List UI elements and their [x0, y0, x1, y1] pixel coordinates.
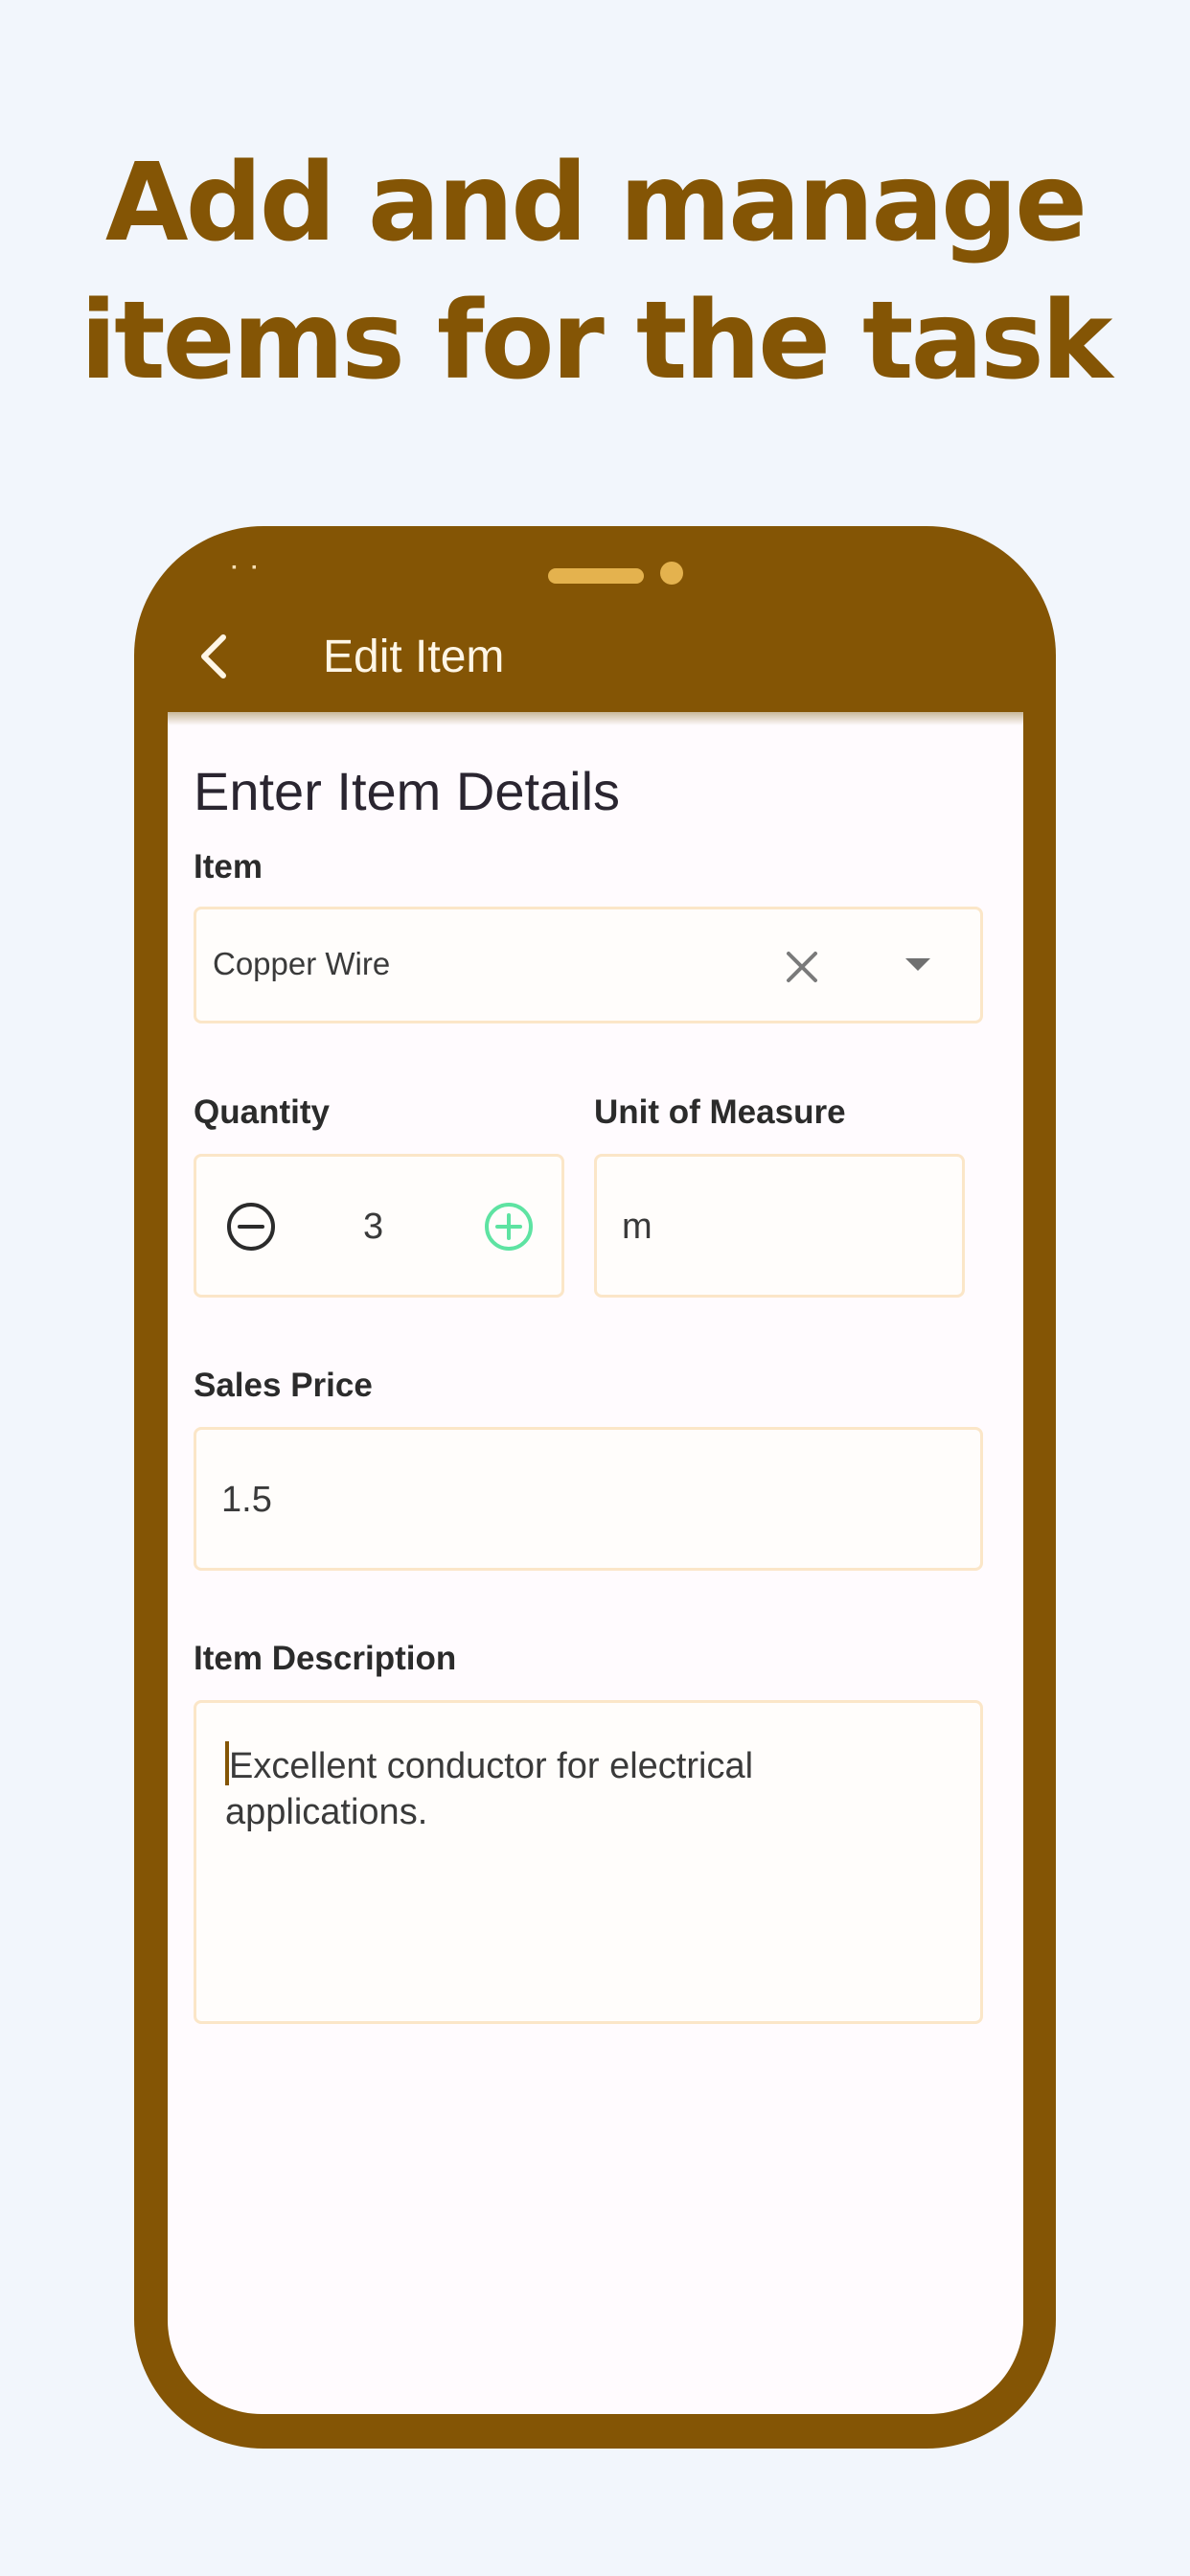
- sales-price-value: 1.5: [221, 1480, 272, 1520]
- item-description-label: Item Description: [194, 1640, 457, 1677]
- app-bar-shadow: [168, 712, 1023, 725]
- headline-line-2: items for the task: [80, 279, 1113, 403]
- caret-down-icon[interactable]: [905, 958, 930, 972]
- status-bar-icons: ▪ ▪: [232, 559, 263, 574]
- chevron-left-icon[interactable]: [195, 630, 233, 683]
- app-bar: Edit Item: [168, 603, 1023, 712]
- close-icon[interactable]: [783, 948, 821, 986]
- phone-camera: [660, 562, 683, 585]
- phone-speaker: [548, 568, 644, 584]
- quantity-stepper[interactable]: 3: [194, 1154, 564, 1298]
- unit-of-measure-value: m: [622, 1207, 652, 1247]
- unit-of-measure-label: Unit of Measure: [594, 1093, 846, 1131]
- sales-price-label: Sales Price: [194, 1367, 373, 1404]
- minus-circle-icon[interactable]: [225, 1201, 277, 1253]
- edit-item-screen: Enter Item Details Item Copper Wire Quan…: [168, 712, 1023, 2414]
- phone-frame: ▪ ▪ Edit Item Enter Item Details Item Co…: [134, 526, 1056, 2449]
- item-select-value: Copper Wire: [213, 946, 391, 981]
- headline: Add and manage items for the task: [0, 134, 1190, 410]
- item-description-textarea[interactable]: Excellent conductor for electrical appli…: [194, 1700, 983, 2024]
- item-description-value: Excellent conductor for electrical appli…: [225, 1746, 754, 1832]
- form-title: Enter Item Details: [194, 761, 621, 821]
- item-select[interactable]: Copper Wire: [194, 907, 983, 1024]
- app-bar-title: Edit Item: [323, 632, 505, 682]
- sales-price-input[interactable]: 1.5: [194, 1427, 983, 1571]
- quantity-label: Quantity: [194, 1093, 330, 1131]
- unit-of-measure-input[interactable]: m: [594, 1154, 965, 1298]
- item-label: Item: [194, 848, 263, 886]
- headline-line-1: Add and manage: [104, 141, 1087, 265]
- plus-circle-icon[interactable]: [483, 1201, 535, 1253]
- item-description-text-wrap: Excellent conductor for electrical appli…: [225, 1741, 953, 1835]
- quantity-value: 3: [363, 1207, 384, 1247]
